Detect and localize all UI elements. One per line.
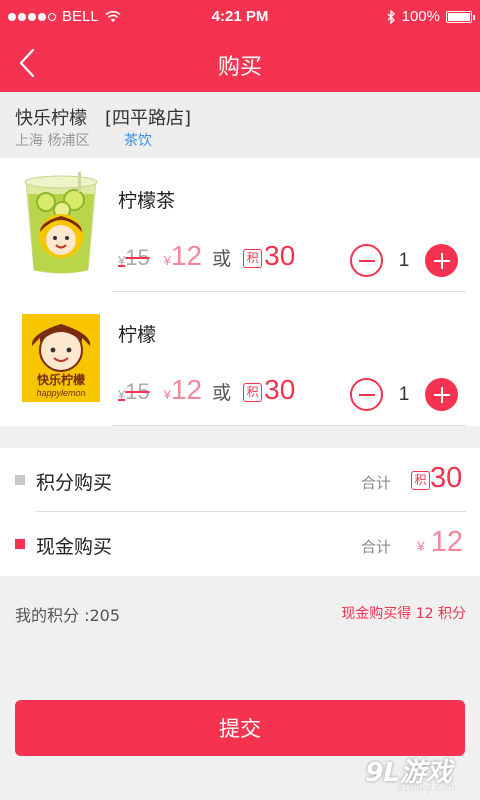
total-label: 合计 — [361, 474, 392, 492]
product-name: 柠檬茶 — [118, 190, 176, 212]
product-name: 柠檬 — [118, 324, 157, 346]
battery-percent: 100% — [401, 8, 440, 25]
points-badge: 积 — [243, 383, 263, 402]
decrease-quantity-button[interactable] — [350, 378, 383, 411]
total-label: 合计 — [361, 538, 392, 556]
sale-price: ¥12 — [164, 374, 202, 406]
option-label: 现金购买 — [36, 536, 113, 558]
option-label: 积分购买 — [36, 472, 113, 494]
nav-bar: 购买 — [0, 34, 480, 92]
cash-reward-note: 现金购买得 12 积分 — [341, 606, 466, 622]
quantity-stepper: 1 — [350, 378, 458, 411]
store-info: 快乐柠檬 [四平路店] 上海 杨浦区 茶饮 — [0, 92, 480, 158]
currency-symbol: ¥ — [417, 538, 425, 554]
minus-icon — [358, 259, 375, 262]
points-purchase-option[interactable]: 积分购买 合计 积 30 — [0, 448, 480, 512]
option-indicator — [15, 539, 25, 549]
store-title: 快乐柠檬 [四平路店] — [15, 104, 191, 130]
bluetooth-icon — [387, 9, 395, 24]
product-list: 柠檬茶 ¥15 ¥12 或 积 30 1 快乐柠檬 happylemon 柠檬 … — [0, 158, 480, 426]
original-price-value: 15 — [125, 379, 150, 404]
points-price: 30 — [264, 374, 296, 405]
battery-icon — [446, 10, 475, 23]
status-bar: BELL 4:21 PM 100% — [0, 0, 480, 34]
decrease-quantity-button[interactable] — [350, 244, 383, 277]
cash-total-amount: ¥12 — [417, 526, 463, 559]
plus-icon — [433, 386, 450, 403]
currency-symbol: ¥ — [163, 253, 171, 268]
store-category-link[interactable]: 茶饮 — [124, 130, 152, 150]
store-branch: [四平路店] — [105, 108, 192, 129]
site-watermark: 9L游戏 91danji.com — [320, 752, 470, 796]
cash-total: ¥12 — [411, 526, 463, 559]
sale-price: ¥12 — [164, 240, 202, 272]
product-prices: ¥15 ¥12 或 积 30 — [118, 240, 295, 272]
watermark-logo-text: 9L游戏 — [365, 758, 452, 788]
quantity-value: 1 — [398, 383, 410, 405]
logo-chinese-text: 快乐柠檬 — [37, 372, 85, 387]
divider — [112, 425, 466, 426]
product-prices: ¥15 ¥12 或 积 30 — [118, 374, 295, 406]
status-right: 100% — [387, 8, 475, 25]
original-price: ¥15 — [118, 379, 150, 405]
back-button[interactable] — [10, 46, 44, 80]
points-badge: 积 — [243, 249, 263, 268]
quantity-value: 1 — [398, 249, 410, 271]
or-label: 或 — [212, 382, 232, 404]
payment-summary: 积分购买 合计 积 30 现金购买 合计 ¥12 — [0, 448, 480, 576]
option-indicator — [15, 475, 25, 485]
lemon-tea-cup-image — [24, 172, 98, 274]
minus-icon — [358, 393, 375, 396]
currency-symbol: ¥ — [163, 387, 171, 402]
points-total-value: 30 — [430, 462, 463, 494]
cash-purchase-option[interactable]: 现金购买 合计 ¥12 — [0, 512, 480, 576]
quantity-stepper: 1 — [350, 244, 458, 277]
store-name: 快乐柠檬 — [15, 108, 87, 129]
sale-price-value: 12 — [170, 240, 203, 271]
page-title: 购买 — [217, 55, 262, 80]
increase-quantity-button[interactable] — [425, 244, 458, 277]
original-price: ¥15 — [118, 245, 150, 271]
points-price: 30 — [264, 240, 296, 271]
cash-total-value: 12 — [430, 526, 464, 558]
product-item: 快乐柠檬 happylemon 柠檬 ¥15 ¥12 或 积 30 1 — [0, 292, 480, 426]
submit-button[interactable]: 提交 — [15, 700, 465, 756]
logo-english-text: happylemon — [36, 388, 85, 398]
happylemon-logo-image: 快乐柠檬 happylemon — [22, 314, 100, 402]
chevron-left-icon — [19, 48, 35, 78]
my-points: 我的积分 :205 — [15, 606, 121, 625]
increase-quantity-button[interactable] — [425, 378, 458, 411]
product-item: 柠檬茶 ¥15 ¥12 或 积 30 1 — [0, 158, 480, 292]
store-location: 上海 杨浦区 — [15, 133, 90, 149]
battery-level — [448, 12, 470, 21]
points-total: 积 30 — [411, 462, 462, 495]
original-price-value: 15 — [125, 245, 150, 270]
plus-icon — [433, 252, 450, 269]
sale-price-value: 12 — [170, 374, 203, 405]
watermark-url: 91danji.com — [396, 782, 456, 794]
points-badge: 积 — [411, 471, 430, 490]
or-label: 或 — [212, 248, 232, 270]
